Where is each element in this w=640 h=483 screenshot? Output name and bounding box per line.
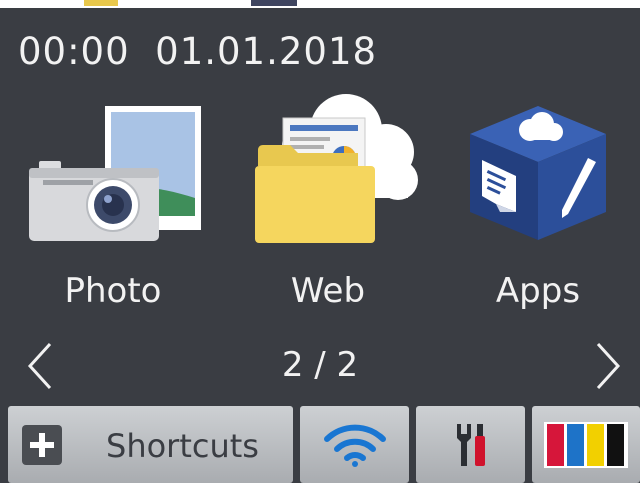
bottom-bar: Shortcuts bbox=[0, 406, 640, 483]
apps-cube-icon bbox=[470, 106, 606, 240]
chevron-right-icon bbox=[596, 342, 621, 390]
wifi-icon bbox=[323, 424, 386, 467]
wifi-button[interactable] bbox=[300, 406, 409, 483]
web-folder-cloud-icon bbox=[255, 94, 418, 243]
photo-camera-icon bbox=[29, 106, 201, 241]
clock-time: 00:00 bbox=[18, 30, 130, 73]
ink-toner-icon bbox=[544, 421, 628, 468]
ink-button[interactable] bbox=[532, 406, 640, 483]
plus-icon bbox=[22, 425, 62, 465]
top-dark-marker bbox=[251, 0, 297, 6]
top-strip bbox=[0, 0, 640, 8]
web-app-button[interactable]: Web bbox=[228, 88, 428, 318]
chevron-left-icon bbox=[27, 342, 52, 390]
photo-app-label: Photo bbox=[64, 271, 162, 311]
touchscreen: 00:00 01.01.2018 Photo Web Apps 2 / 2 Sh… bbox=[0, 8, 640, 483]
top-yellow-marker bbox=[84, 0, 118, 6]
apps-button[interactable]: Apps bbox=[438, 88, 638, 318]
clock-date: 01.01.2018 bbox=[155, 30, 378, 73]
web-app-label: Web bbox=[290, 271, 366, 311]
tools-icon bbox=[456, 423, 485, 466]
date-time: 00:00 01.01.2018 bbox=[18, 30, 377, 73]
previous-page-button[interactable] bbox=[20, 336, 60, 396]
next-page-button[interactable] bbox=[588, 336, 628, 396]
shortcuts-label: Shortcuts bbox=[106, 427, 259, 465]
page-indicator: 2 / 2 bbox=[281, 345, 359, 385]
apps-label: Apps bbox=[495, 271, 581, 311]
settings-button[interactable] bbox=[416, 406, 525, 483]
shortcuts-button[interactable]: Shortcuts bbox=[8, 406, 293, 483]
photo-app-button[interactable]: Photo bbox=[13, 88, 213, 318]
